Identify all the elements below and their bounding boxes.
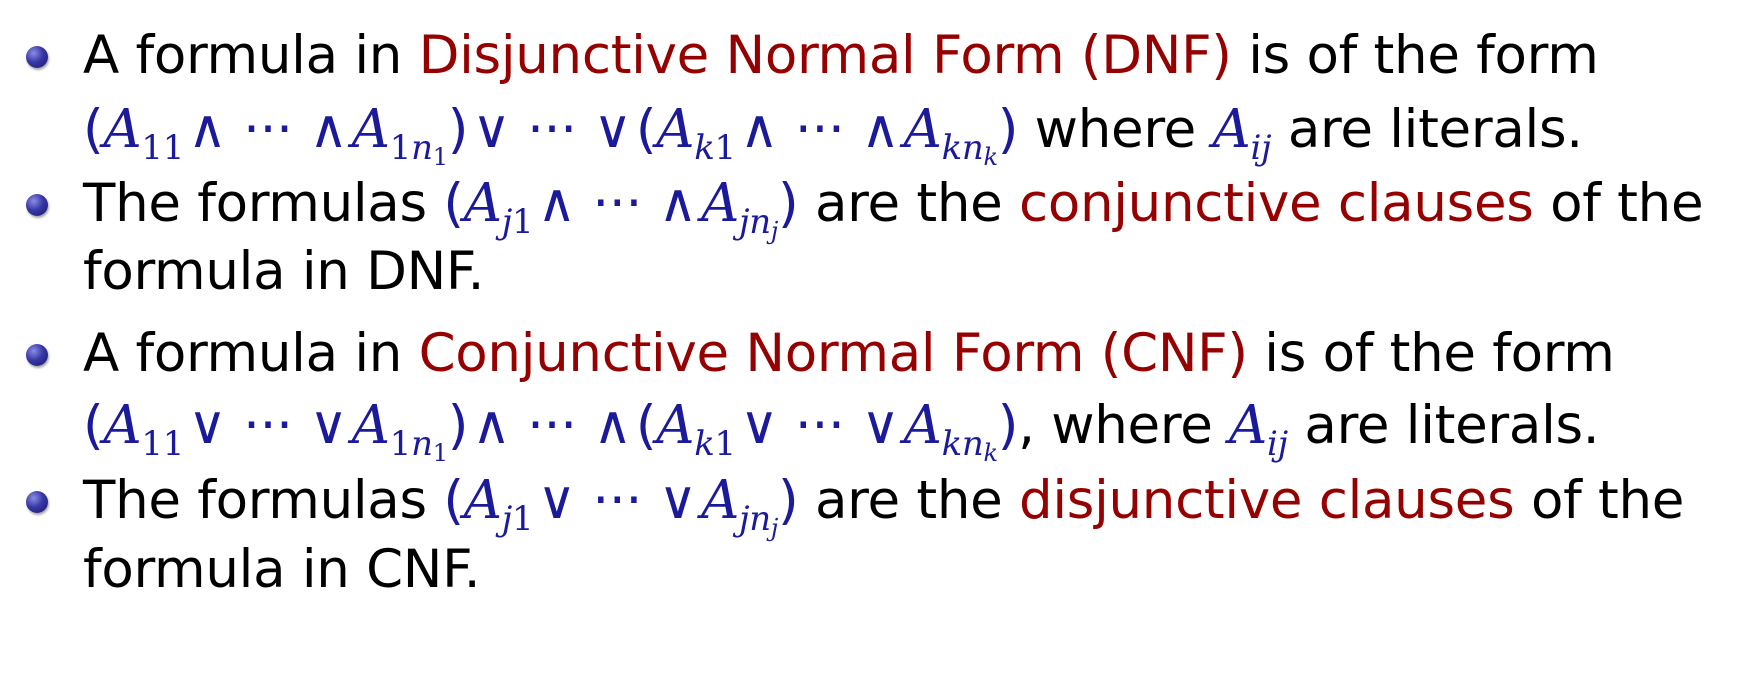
term-highlight: Conjunctive Normal Form (CNF) <box>418 323 1248 384</box>
text: A formula in <box>83 323 419 384</box>
term-highlight: conjunctive clauses <box>1018 173 1534 234</box>
text: The formulas <box>83 470 444 531</box>
text-line: The formulas (Aj1∨ ··· ∨Ajnj) are the di… <box>83 470 1685 542</box>
disjunctive-clause-formula: (Aj1∨ ··· ∨Ajnj) <box>443 470 799 542</box>
literal-symbol: Aij <box>1229 395 1288 464</box>
text: is of the form <box>1231 25 1599 86</box>
text: A formula in <box>83 25 419 86</box>
text-line: formula in CNF. <box>83 539 481 600</box>
dnf-formula: (A11∧ ··· ∧A1n1)∨ ··· ∨(Ak1∧ ··· ∧Aknk) <box>83 99 1019 171</box>
text: are literals. <box>1287 395 1600 456</box>
text-line: (A11∧ ··· ∧A1n1)∨ ··· ∨(Ak1∧ ··· ∧Aknk) … <box>83 99 1583 171</box>
cnf-formula: (A11∨ ··· ∨A1n1)∧ ··· ∧(Ak1∨ ··· ∨Aknk) <box>83 395 1019 467</box>
text: The formulas <box>83 173 444 234</box>
text: where <box>1018 99 1213 160</box>
text: is of the form <box>1247 323 1615 384</box>
text-line: formula in DNF. <box>83 242 484 302</box>
slide: A formula in Disjunctive Normal Form (DN… <box>0 0 1753 673</box>
text-line: A formula in Conjunctive Normal Form (CN… <box>83 324 1615 384</box>
text: are the <box>798 173 1019 234</box>
literal-symbol: Aij <box>1212 99 1272 168</box>
text: , where <box>1018 395 1230 456</box>
bullet-icon <box>26 194 48 216</box>
conjunctive-clause-formula: (Aj1∧ ··· ∧Ajnj) <box>443 173 799 245</box>
bullet-icon <box>26 344 48 366</box>
text-line: (A11∨ ··· ∨A1n1)∧ ··· ∧(Ak1∨ ··· ∨Aknk),… <box>83 395 1600 467</box>
text: of the <box>1514 470 1685 531</box>
bullet-icon <box>26 491 48 513</box>
text: are the <box>798 470 1019 531</box>
text: formula in CNF. <box>83 539 481 600</box>
text: of the <box>1533 173 1704 234</box>
term-highlight: Disjunctive Normal Form (DNF) <box>418 25 1232 86</box>
text-line: A formula in Disjunctive Normal Form (DN… <box>83 26 1599 86</box>
text: formula in DNF. <box>83 241 485 302</box>
text: are literals. <box>1271 99 1583 160</box>
term-highlight: disjunctive clauses <box>1018 470 1515 531</box>
text-line: The formulas (Aj1∧ ··· ∧Ajnj) are the co… <box>83 173 1704 245</box>
bullet-icon <box>26 46 48 68</box>
